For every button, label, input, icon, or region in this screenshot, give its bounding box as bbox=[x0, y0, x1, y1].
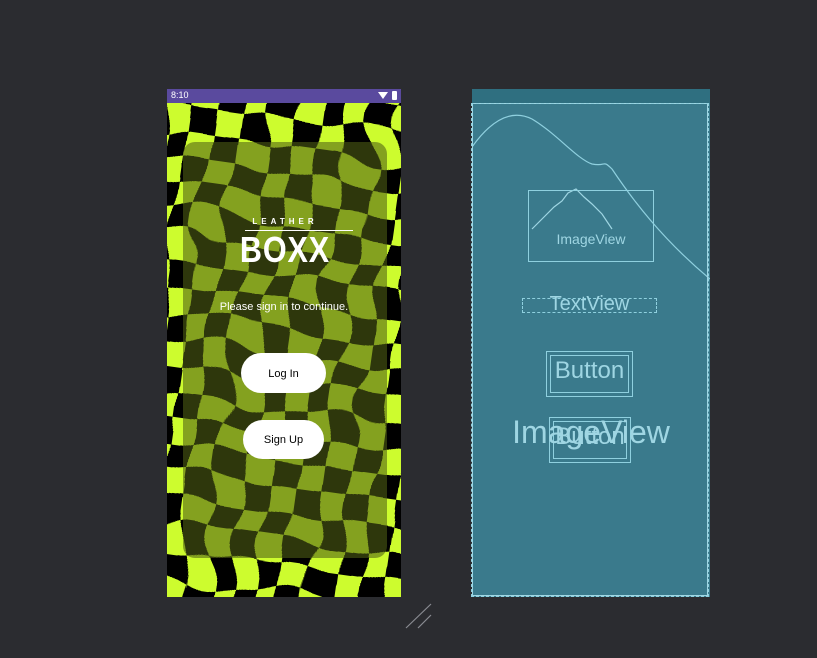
blueprint-frame bbox=[471, 103, 709, 597]
wifi-icon bbox=[378, 92, 388, 99]
status-time: 8:10 bbox=[171, 90, 189, 100]
blueprint-button-label: Button bbox=[554, 357, 625, 384]
leather-boxx-logo: LEATHER BOXX bbox=[183, 217, 387, 270]
status-bar: 8:10 bbox=[167, 89, 401, 103]
resize-handle-icon[interactable] bbox=[404, 602, 434, 630]
blueprint-imageview-label: ImageView bbox=[556, 231, 626, 247]
battery-icon bbox=[392, 91, 397, 100]
blueprint-logo-imageview[interactable]: ImageView bbox=[528, 190, 654, 262]
signup-button[interactable]: Sign Up bbox=[243, 420, 324, 459]
blueprint-preview[interactable]: ImageView TextView Button Button ImageVi… bbox=[471, 89, 710, 597]
logo-title: BOXX bbox=[239, 229, 331, 270]
blueprint-textview-label: TextView bbox=[549, 293, 630, 315]
blueprint-textview[interactable]: TextView bbox=[522, 293, 657, 315]
sign-in-card bbox=[183, 142, 387, 558]
sign-in-prompt: Please sign in to continue. bbox=[219, 301, 349, 313]
phone-design-preview[interactable]: 8:10 LEATHER BOXX Please sign in to cont… bbox=[167, 89, 401, 597]
login-button[interactable]: Log In bbox=[241, 353, 326, 393]
blueprint-login-button[interactable]: Button bbox=[546, 351, 633, 397]
logo-subtitle: LEATHER bbox=[252, 217, 318, 226]
blueprint-background-imageview-label: ImageView bbox=[512, 414, 670, 450]
